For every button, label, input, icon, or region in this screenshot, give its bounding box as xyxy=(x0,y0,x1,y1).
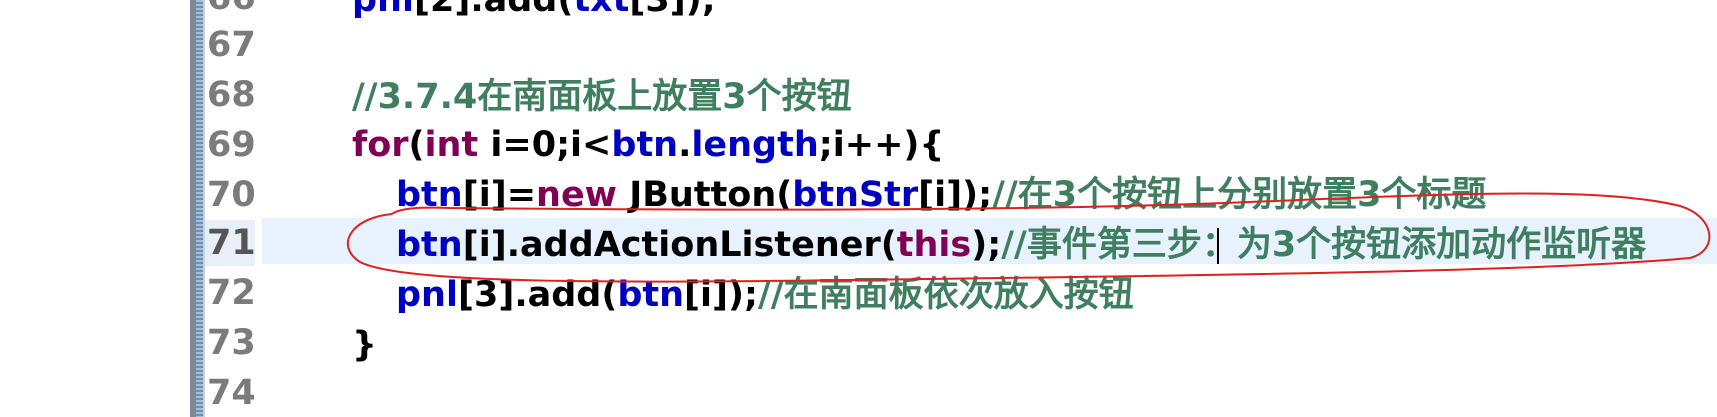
code-field: pnl xyxy=(396,275,458,315)
code-field: pnl xyxy=(352,0,414,20)
code-field: txt xyxy=(573,0,630,20)
line-number-67[interactable]: 67 xyxy=(205,22,256,68)
code-field: btn xyxy=(617,275,685,315)
line-number-71[interactable]: 71 xyxy=(205,220,256,266)
line-number-73[interactable]: 73 xyxy=(205,320,256,366)
code-text: [i].addActionListener( xyxy=(462,225,897,265)
code-field: btn xyxy=(396,225,463,265)
code-field: btn xyxy=(396,175,463,215)
code-text: JButton( xyxy=(617,175,793,215)
code-text: [3]); xyxy=(629,0,716,20)
code-comment: //事件第三步：为3个按钮添加动作监听器 xyxy=(1001,225,1647,265)
line-number-68[interactable]: 68 xyxy=(205,72,256,118)
code-keyword: new xyxy=(536,175,618,215)
line-number-74[interactable]: 74 xyxy=(205,370,256,416)
line-number-66[interactable]: 66 xyxy=(205,0,256,21)
code-line[interactable]: } xyxy=(352,320,377,370)
code-text: . xyxy=(678,125,692,165)
code-field: btn xyxy=(611,125,679,165)
code-comment: //在3个按钮上分别放置3个标题 xyxy=(992,175,1487,215)
code-text: [2].add( xyxy=(413,0,574,20)
code-line[interactable]: pnl[2].add(txt[3]); xyxy=(352,0,716,25)
left-blank-area xyxy=(0,0,190,417)
code-text: ;i++){ xyxy=(818,125,945,165)
code-text: [3].add( xyxy=(457,275,618,315)
code-text: [i]); xyxy=(918,175,993,215)
code-text: } xyxy=(352,325,377,365)
code-keyword: int xyxy=(424,125,479,165)
line-number-72[interactable]: 72 xyxy=(205,270,256,316)
line-number-69[interactable]: 69 xyxy=(205,122,256,168)
code-line[interactable]: //3.7.4在南面板上放置3个按钮 xyxy=(352,72,852,122)
line-number-70[interactable]: 70 xyxy=(205,172,256,218)
code-text: [i]); xyxy=(684,275,759,315)
code-line[interactable]: btn[i].addActionListener(this);//事件第三步：为… xyxy=(396,220,1646,270)
overview-ruler[interactable] xyxy=(196,0,203,417)
code-comment: //在南面板依次放入按钮 xyxy=(758,275,1134,315)
code-line[interactable]: for(int i=0;i<btn.length;i++){ xyxy=(352,120,944,170)
code-line[interactable]: btn[i]=new JButton(btnStr[i]);//在3个按钮上分别… xyxy=(396,170,1486,220)
code-text: [i]= xyxy=(462,175,537,215)
code-text: i=0;i< xyxy=(478,125,612,165)
code-field: btnStr xyxy=(792,175,919,215)
code-line[interactable]: pnl[3].add(btn[i]);//在南面板依次放入按钮 xyxy=(396,270,1134,320)
text-cursor xyxy=(1217,228,1219,264)
code-text: ( xyxy=(408,125,425,165)
code-keyword: this xyxy=(896,225,972,265)
code-keyword: for xyxy=(352,125,409,165)
code-comment: //3.7.4在南面板上放置3个按钮 xyxy=(352,77,852,117)
code-text: ); xyxy=(971,225,1002,265)
code-field: length xyxy=(691,125,819,165)
